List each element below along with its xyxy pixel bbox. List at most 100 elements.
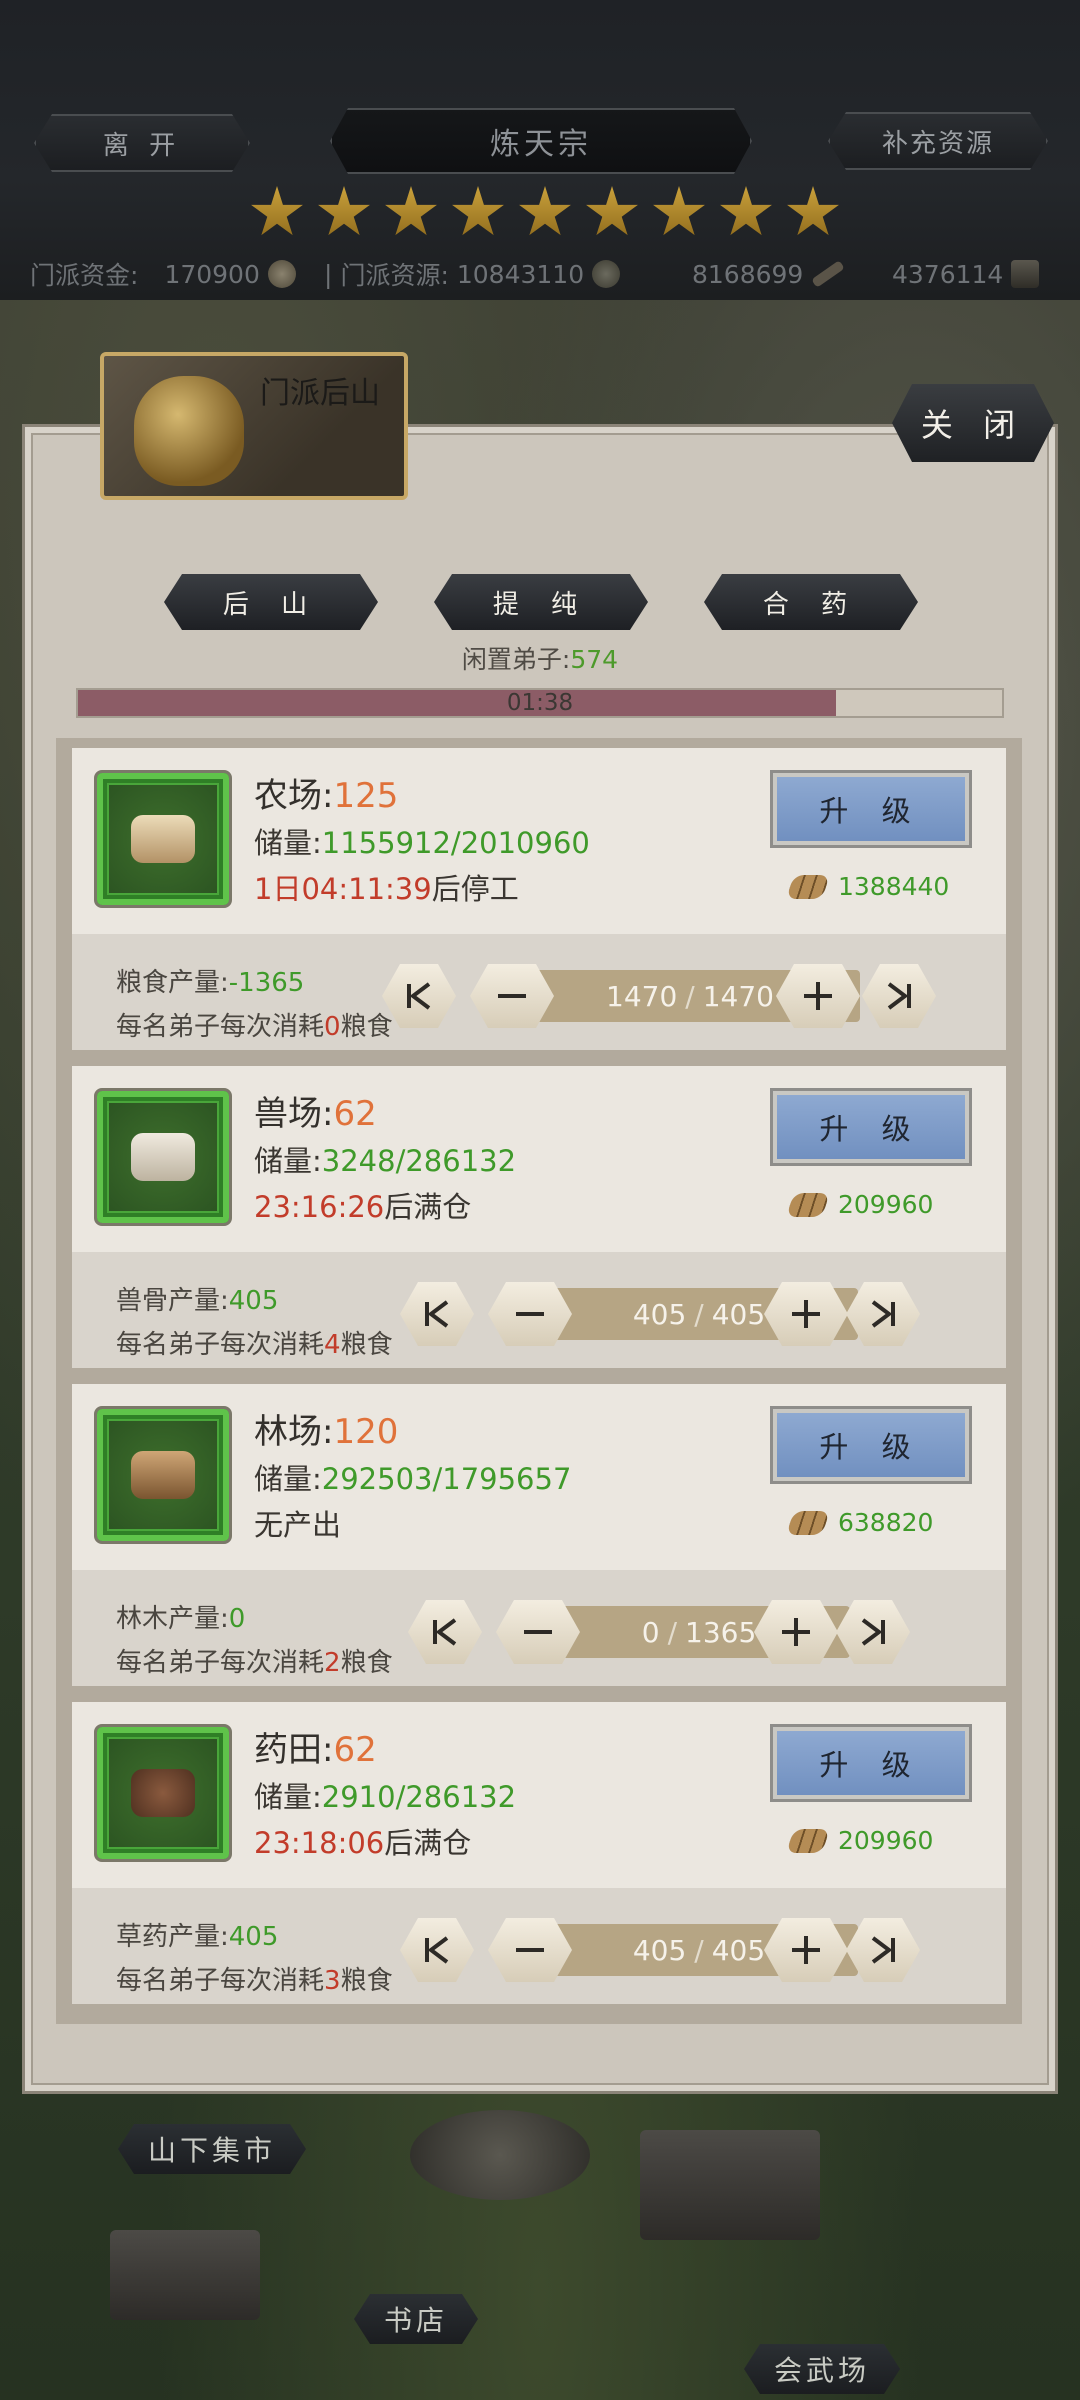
wood-icon: [786, 1828, 830, 1853]
upgrade-cost: 638820: [786, 1508, 933, 1537]
upgrade-cost-value: 209960: [838, 1190, 934, 1219]
close-button[interactable]: 关 闭: [892, 384, 1054, 462]
facility-card: 药田:62 储量:2910/286132 23:18:06后满仓 升 级 209…: [72, 1702, 1006, 2004]
sect-title: 炼天宗: [330, 108, 752, 174]
facility-icon: [131, 1769, 195, 1817]
first-icon[interactable]: [400, 1918, 474, 1982]
facility-info: 兽场:62 储量:3248/286132 23:16:26后满仓 升 级 209…: [72, 1066, 1006, 1252]
facility-stock-line: 储量:3248/286132: [254, 1138, 516, 1180]
wood-icon: [786, 1510, 830, 1535]
facility-name-line: 兽场:62: [254, 1086, 377, 1135]
facility-status: 1日04:11:39后停工: [254, 866, 519, 908]
facility-name-line: 林场:120: [254, 1404, 398, 1453]
stock-value: 292503/1795657: [321, 1462, 572, 1496]
funds-label: 门派资金:: [30, 261, 139, 290]
upgrade-cost-value: 1388440: [838, 872, 950, 901]
upgrade-button[interactable]: 升 级: [770, 1088, 972, 1166]
star-icon: [318, 186, 370, 236]
upgrade-cost: 1388440: [786, 872, 950, 901]
upgrade-label: 升 级: [777, 1413, 965, 1477]
facility-stock-line: 储量:2910/286132: [254, 1774, 516, 1816]
star-icon: [519, 186, 571, 236]
resource-row: 门派资金: 170900 | 门派资源: 10843110 8168699 43…: [0, 256, 1080, 292]
facility-thumbnail[interactable]: [94, 1724, 232, 1862]
upgrade-label: 升 级: [777, 1095, 965, 1159]
facility-thumbnail-bg: [109, 1421, 217, 1529]
coin-icon: [267, 260, 296, 288]
facility-icon: [131, 1133, 195, 1181]
resources-label: 门派资源:: [340, 261, 449, 290]
assigned-current: 1470: [606, 979, 678, 1013]
star-icon: [251, 186, 303, 236]
resource-2-value: 8168699: [692, 259, 804, 289]
timer-text: 01:38: [506, 690, 574, 716]
assigned-current: 405: [632, 1933, 687, 1967]
replenish-resources-button[interactable]: 补充资源: [828, 112, 1048, 170]
first-icon[interactable]: [400, 1282, 474, 1346]
resource-3: 4376114: [892, 259, 1040, 289]
disciple-stepper: 405/405: [72, 1282, 1006, 1346]
facility-level: 62: [333, 1094, 377, 1134]
resource-3-value: 4376114: [892, 259, 1004, 289]
upgrade-cost-value: 209960: [838, 1826, 934, 1855]
hall-building[interactable]: [640, 2130, 820, 2240]
facility-thumbnail[interactable]: [94, 1088, 232, 1226]
facility-card: 林场:120 储量:292503/1795657 无产出 升 级 638820 …: [72, 1384, 1006, 1686]
idle-label: 闲置弟子:: [461, 645, 571, 674]
chest-icon: [1011, 260, 1040, 288]
upgrade-button[interactable]: 升 级: [770, 770, 972, 848]
separator: |: [324, 259, 333, 289]
assigned-current: 405: [632, 1297, 687, 1331]
last-icon[interactable]: [862, 964, 936, 1028]
facility-status: 23:16:26后满仓: [254, 1184, 471, 1226]
sect-funds: 门派资金: 170900: [30, 256, 296, 292]
upgrade-button[interactable]: 升 级: [770, 1724, 972, 1802]
status-time: 23:16:26: [254, 1190, 385, 1224]
stock-label: 储量:: [254, 1144, 322, 1178]
upgrade-button[interactable]: 升 级: [770, 1406, 972, 1484]
facility-thumbnail-bg: [109, 785, 217, 893]
cauldron-icon: [134, 376, 244, 486]
tab-alchemy[interactable]: 合 药: [704, 574, 918, 630]
facility-status: 23:18:06后满仓: [254, 1820, 471, 1862]
upgrade-label: 升 级: [777, 1731, 965, 1795]
star-rating: [250, 186, 840, 240]
facility-card: 兽场:62 储量:3248/286132 23:16:26后满仓 升 级 209…: [72, 1066, 1006, 1368]
facility-thumbnail[interactable]: [94, 770, 232, 908]
facility-thumbnail-bg: [109, 1739, 217, 1847]
facility-thumbnail[interactable]: [94, 1406, 232, 1544]
facility-status: 无产出: [254, 1502, 341, 1544]
facility-name: 林场:: [254, 1412, 334, 1452]
facility-card: 农场:125 储量:1155912/2010960 1日04:11:39后停工 …: [72, 748, 1006, 1050]
idle-disciples: 闲置弟子:574: [0, 640, 1080, 676]
tab-backmountain[interactable]: 后 山: [164, 574, 378, 630]
facility-name-line: 农场:125: [254, 768, 398, 817]
disciple-stepper: 405/405: [72, 1918, 1006, 1982]
facility-info: 林场:120 储量:292503/1795657 无产出 升 级 638820: [72, 1384, 1006, 1570]
plaza-building[interactable]: [410, 2110, 590, 2200]
facility-name: 药田:: [254, 1730, 334, 1770]
disciple-stepper: 0/1365: [72, 1600, 1006, 1664]
bookstore-label[interactable]: 书店: [354, 2294, 478, 2344]
arena-label[interactable]: 会武场: [744, 2344, 900, 2394]
first-icon[interactable]: [408, 1600, 482, 1664]
facility-thumbnail-bg: [109, 1103, 217, 1211]
status-text: 后停工: [431, 872, 519, 906]
upgrade-cost: 209960: [786, 1826, 934, 1855]
upgrade-cost: 209960: [786, 1190, 934, 1219]
status-text: 后满仓: [384, 1826, 472, 1860]
assigned-max: 405: [711, 1933, 766, 1967]
wood-icon: [786, 874, 830, 899]
leave-button[interactable]: 离 开: [34, 114, 250, 172]
facility-info: 农场:125 储量:1155912/2010960 1日04:11:39后停工 …: [72, 748, 1006, 934]
market-building[interactable]: [110, 2230, 260, 2320]
tab-refine[interactable]: 提 纯: [434, 574, 648, 630]
top-bar: 离 开 炼天宗 补充资源 门派资金: 170900 | 门派资源: 108431…: [0, 0, 1080, 300]
facility-name: 农场:: [254, 776, 334, 816]
facility-icon: [131, 815, 195, 863]
facility-level: 125: [333, 776, 399, 816]
market-label[interactable]: 山下集市: [118, 2124, 306, 2174]
assigned-current: 0: [641, 1615, 660, 1649]
first-icon[interactable]: [382, 964, 456, 1028]
upgrade-label: 升 级: [777, 777, 965, 841]
